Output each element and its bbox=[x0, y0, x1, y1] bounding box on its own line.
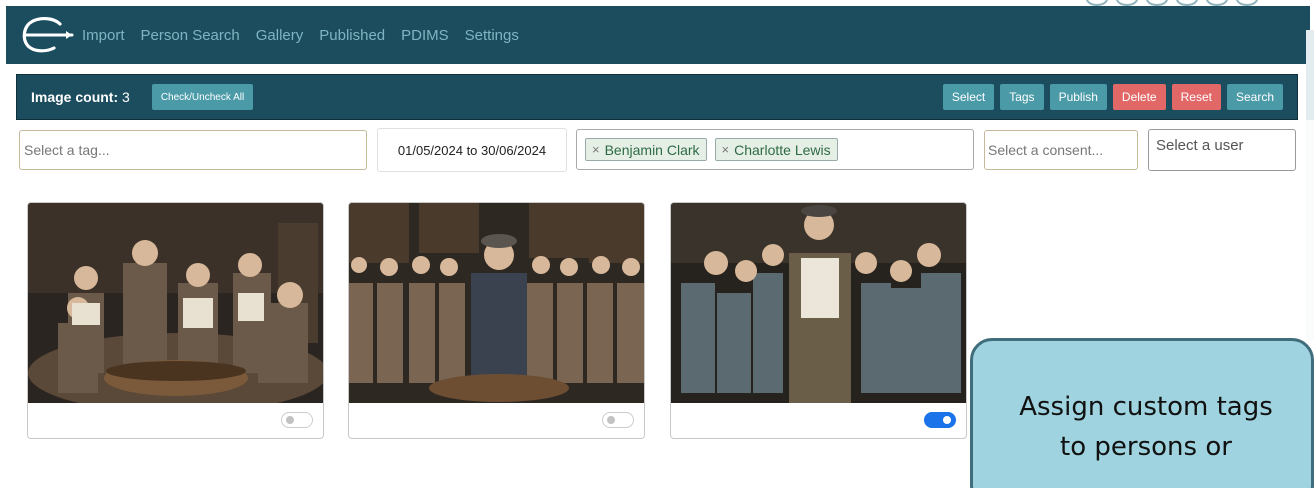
photo-thumbnail[interactable] bbox=[671, 203, 967, 403]
user-select[interactable]: Select a user bbox=[1148, 129, 1296, 171]
user-select-placeholder: Select a user bbox=[1156, 137, 1244, 154]
person-select[interactable]: × Benjamin Clark × Charlotte Lewis bbox=[576, 129, 974, 170]
scroll-edge bbox=[1306, 30, 1314, 130]
photo-thumbnail[interactable] bbox=[349, 203, 645, 403]
tags-button[interactable]: Tags bbox=[1000, 84, 1044, 110]
tag-select[interactable]: Select a tag... bbox=[19, 130, 367, 170]
reset-button[interactable]: Reset bbox=[1171, 84, 1221, 110]
search-button[interactable]: Search bbox=[1226, 84, 1283, 110]
person-chip-label: Charlotte Lewis bbox=[734, 141, 831, 158]
close-icon[interactable]: × bbox=[592, 142, 600, 157]
person-chip-label: Benjamin Clark bbox=[604, 141, 700, 158]
image-count-label: Image count: bbox=[31, 89, 119, 105]
person-chip: × Benjamin Clark bbox=[585, 138, 707, 161]
delete-button[interactable]: Delete bbox=[1112, 84, 1166, 110]
navbar: Import Person Search Gallery Published P… bbox=[6, 6, 1310, 64]
image-count-value: 3 bbox=[122, 89, 130, 105]
tip-callout-line2: to persons or bbox=[1060, 432, 1232, 462]
gallery-card[interactable] bbox=[670, 202, 967, 439]
tag-select-placeholder: Select a tag... bbox=[24, 142, 110, 158]
photo-thumbnail[interactable] bbox=[28, 203, 324, 403]
close-icon[interactable]: × bbox=[722, 142, 730, 157]
scroll-edge-lower bbox=[1306, 120, 1314, 340]
nav-item-settings[interactable]: Settings bbox=[465, 27, 519, 44]
publish-toggle[interactable] bbox=[281, 412, 313, 428]
tip-callout-line1: Assign custom tags bbox=[1019, 392, 1273, 422]
publish-toggle[interactable] bbox=[602, 412, 634, 428]
date-range-picker[interactable]: 01/05/2024 to 30/06/2024 bbox=[377, 128, 567, 172]
nav-item-pdims[interactable]: PDIMS bbox=[401, 27, 449, 44]
gallery-card[interactable] bbox=[27, 202, 324, 439]
person-chip: × Charlotte Lewis bbox=[714, 138, 838, 161]
consent-select[interactable]: Select a consent... bbox=[984, 130, 1138, 170]
publish-button[interactable]: Publish bbox=[1049, 84, 1107, 110]
image-count: Image count: 3 bbox=[31, 89, 130, 105]
nav-item-import[interactable]: Import bbox=[82, 27, 125, 44]
nav-item-gallery[interactable]: Gallery bbox=[256, 27, 304, 44]
publish-toggle[interactable] bbox=[924, 412, 956, 428]
toolbar-actions: Select Tags Publish Delete Reset Search bbox=[942, 84, 1283, 110]
consent-select-placeholder: Select a consent... bbox=[988, 142, 1104, 158]
select-button[interactable]: Select bbox=[942, 84, 995, 110]
e-logo-icon[interactable] bbox=[16, 15, 74, 55]
tip-callout: Assign custom tags to persons or bbox=[970, 338, 1314, 488]
gallery-toolbar: Image count: 3 Check/Uncheck All Select … bbox=[16, 74, 1298, 120]
gallery-card[interactable] bbox=[348, 202, 645, 439]
date-range-value: 01/05/2024 to 30/06/2024 bbox=[397, 142, 547, 158]
nav-item-published[interactable]: Published bbox=[319, 27, 385, 44]
check-uncheck-all-button[interactable]: Check/Uncheck All bbox=[151, 84, 254, 110]
nav-item-person-search[interactable]: Person Search bbox=[141, 27, 240, 44]
